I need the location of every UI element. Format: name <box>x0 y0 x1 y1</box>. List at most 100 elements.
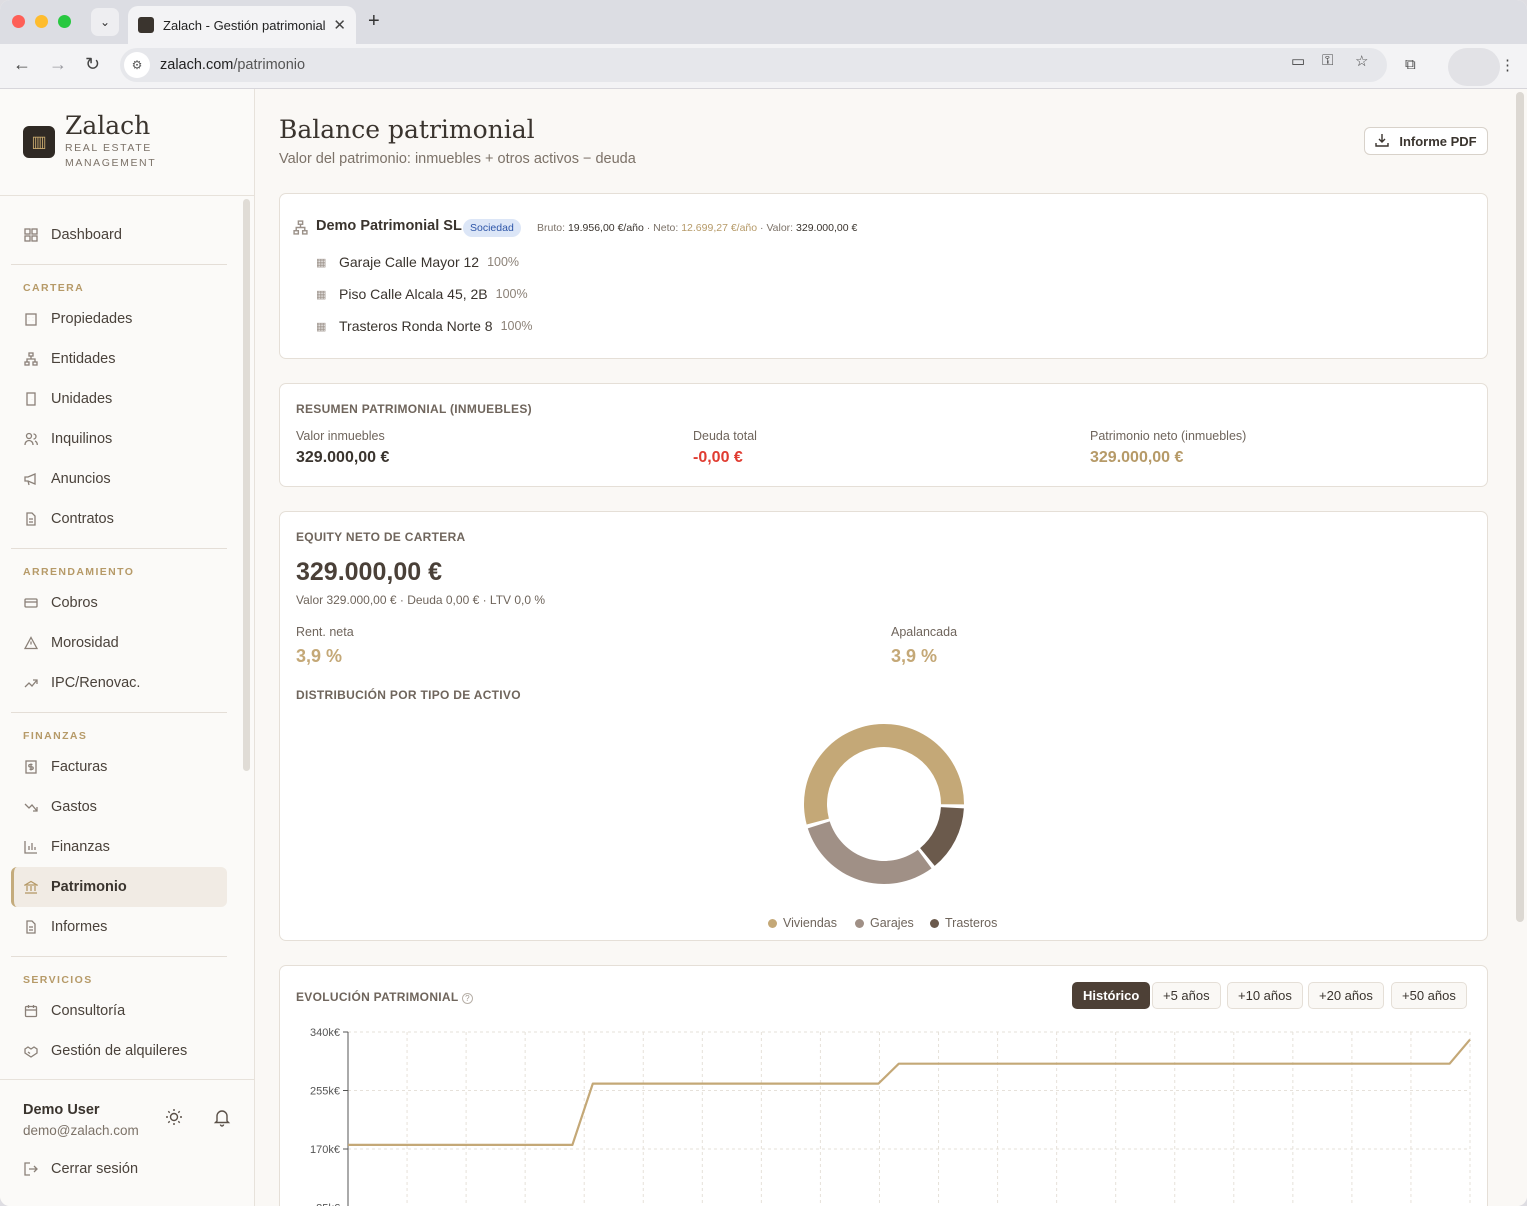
sidebar-item-label: Gestión de alquileres <box>51 1043 188 1059</box>
logout-button[interactable]: Cerrar sesión <box>11 1149 227 1189</box>
sidebar-item-gastos[interactable]: Gastos <box>11 787 227 827</box>
user-email: demo@zalach.com <box>23 1123 139 1138</box>
star-icon[interactable]: ☆ <box>1355 52 1368 70</box>
equity-detail: Valor 329.000,00 € · Deuda 0,00 € · LTV … <box>296 593 546 607</box>
site-settings-icon[interactable]: ⚙ <box>124 52 150 78</box>
sidebar-item-morosidad[interactable]: Morosidad <box>11 623 227 663</box>
minimize-window-button[interactable] <box>35 15 48 28</box>
close-window-button[interactable] <box>12 15 25 28</box>
sidebar-item-label: Patrimonio <box>51 879 127 895</box>
sidebar-item-label: Anuncios <box>51 471 111 487</box>
bar-chart-icon <box>23 839 39 855</box>
property-row[interactable]: ▦ Trasteros Ronda Norte 8 100% <box>316 318 533 334</box>
trending-up-icon <box>23 675 39 691</box>
close-tab-icon[interactable]: ✕ <box>333 16 346 34</box>
range-10-button[interactable]: +10 años <box>1227 982 1303 1009</box>
door-icon <box>23 391 39 407</box>
divider <box>0 1079 255 1080</box>
property-row[interactable]: ▦ Piso Calle Alcala 45, 2B 100% <box>316 286 528 302</box>
building-icon <box>23 311 39 327</box>
evolution-title: EVOLUCIÓN PATRIMONIAL ? <box>296 990 473 1004</box>
tab-search-button[interactable]: ⌄ <box>91 8 119 36</box>
range-50-button[interactable]: +50 años <box>1391 982 1467 1009</box>
divider <box>11 264 227 265</box>
grid-icon <box>23 227 39 243</box>
trending-down-icon <box>23 799 39 815</box>
sidebar-scrollbar[interactable] <box>243 199 250 771</box>
pdf-report-button[interactable]: Informe PDF <box>1364 127 1488 155</box>
sun-icon[interactable] <box>164 1107 184 1132</box>
apal-value: 3,9 % <box>891 646 938 666</box>
download-icon <box>1375 133 1390 150</box>
sidebar-item-entidades[interactable]: Entidades <box>11 339 227 379</box>
legend-dot <box>768 918 777 928</box>
entity-metrics: Bruto: 19.956,00 €/año · Neto: 12.699,27… <box>537 222 858 234</box>
building-icon: ▦ <box>316 256 327 269</box>
file-icon <box>23 511 39 527</box>
sidebar-item-cobros[interactable]: Cobros <box>11 583 227 623</box>
y-tick-label: 170k€ <box>310 1144 340 1156</box>
sidebar-item-unidades[interactable]: Unidades <box>11 379 227 419</box>
profile-avatar[interactable] <box>1448 48 1500 86</box>
sidebar: ▥ Zalach REAL ESTATE MANAGEMENT Dashboar… <box>0 89 255 1206</box>
section-label: ARRENDAMIENTO <box>23 566 135 578</box>
logo-icon: ▥ <box>23 126 55 158</box>
new-tab-button[interactable]: + <box>368 10 380 33</box>
sidebar-item-inquilinos[interactable]: Inquilinos <box>11 419 227 459</box>
chevron-down-icon: ⌄ <box>99 15 111 29</box>
address-bar[interactable]: ⚙ zalach.com/patrimonio <box>120 48 1387 82</box>
sidebar-item-label: Consultoría <box>51 1003 126 1019</box>
entity-name[interactable]: Demo Patrimonial SL <box>316 218 462 234</box>
property-row[interactable]: ▦ Garaje Calle Mayor 12 100% <box>316 254 519 270</box>
sidebar-item-patrimonio[interactable]: Patrimonio <box>11 867 227 907</box>
reload-icon[interactable]: ↻ <box>85 54 100 75</box>
extensions-icon[interactable]: ⧉ <box>1405 56 1416 73</box>
sidebar-item-contratos[interactable]: Contratos <box>11 499 227 539</box>
help-icon[interactable]: ? <box>461 993 473 1004</box>
handshake-icon <box>23 1043 39 1059</box>
main-scrollbar[interactable] <box>1516 92 1524 922</box>
browser-toolbar: ← → ↻ ⚙ zalach.com/patrimonio ▭ ⚿ ☆ ⧉ ⋮ <box>0 44 1527 89</box>
sidebar-item-ipc[interactable]: IPC/Renovac. <box>11 663 227 703</box>
tab-title: Zalach - Gestión patrimonial <box>163 17 326 33</box>
sidebar-item-propiedades[interactable]: Propiedades <box>11 299 227 339</box>
maximize-window-button[interactable] <box>58 15 71 28</box>
sidebar-item-label: Entidades <box>51 351 116 367</box>
install-app-icon[interactable]: ▭ <box>1291 52 1305 70</box>
sidebar-item-gestion-alquileres[interactable]: Gestión de alquileres <box>11 1031 227 1071</box>
browser-tab[interactable]: Zalach - Gestión patrimonial ✕ <box>128 6 356 44</box>
sidebar-item-anuncios[interactable]: Anuncios <box>11 459 227 499</box>
sidebar-item-dashboard[interactable]: Dashboard <box>11 215 227 255</box>
deuda-label: Deuda total <box>693 429 757 443</box>
back-icon[interactable]: ← <box>13 54 31 75</box>
legend-dot <box>930 918 939 928</box>
donut-slice-garajes[interactable] <box>807 821 932 884</box>
section-label: SERVICIOS <box>23 974 93 986</box>
sidebar-item-consultoria[interactable]: Consultoría <box>11 991 227 1031</box>
sidebar-item-informes[interactable]: Informes <box>11 907 227 947</box>
entity-card: Demo Patrimonial SL Sociedad Bruto: 19.9… <box>279 193 1488 359</box>
megaphone-icon <box>23 471 39 487</box>
main-content: Balance patrimonial Valor del patrimonio… <box>255 89 1527 1206</box>
page-title: Balance patrimonial <box>279 115 535 144</box>
range-5-button[interactable]: +5 años <box>1152 982 1221 1009</box>
brand-name: Zalach <box>65 111 151 140</box>
donut-slice-trasteros[interactable] <box>920 807 964 866</box>
range-historico-button[interactable]: Histórico <box>1072 982 1151 1009</box>
report-icon <box>23 919 39 935</box>
sidebar-item-facturas[interactable]: Facturas <box>11 747 227 787</box>
menu-icon[interactable]: ⋮ <box>1500 56 1515 74</box>
evolution-card: EVOLUCIÓN PATRIMONIAL ? Histórico +5 año… <box>279 965 1488 1206</box>
legend-garajes: Garajes <box>855 916 914 930</box>
legend-trasteros: Trasteros <box>930 916 997 930</box>
sidebar-item-label: Morosidad <box>51 635 119 651</box>
sidebar-item-label: Cobros <box>51 595 98 611</box>
sidebar-item-finanzas[interactable]: Finanzas <box>11 827 227 867</box>
sidebar-item-label: Unidades <box>51 391 113 407</box>
bell-icon[interactable] <box>212 1107 232 1132</box>
key-icon[interactable]: ⚿ <box>1322 52 1333 69</box>
forward-icon[interactable]: → <box>49 54 67 75</box>
donut-slice-viviendas[interactable] <box>804 724 964 825</box>
warning-icon <box>23 635 39 651</box>
range-20-button[interactable]: +20 años <box>1308 982 1384 1009</box>
